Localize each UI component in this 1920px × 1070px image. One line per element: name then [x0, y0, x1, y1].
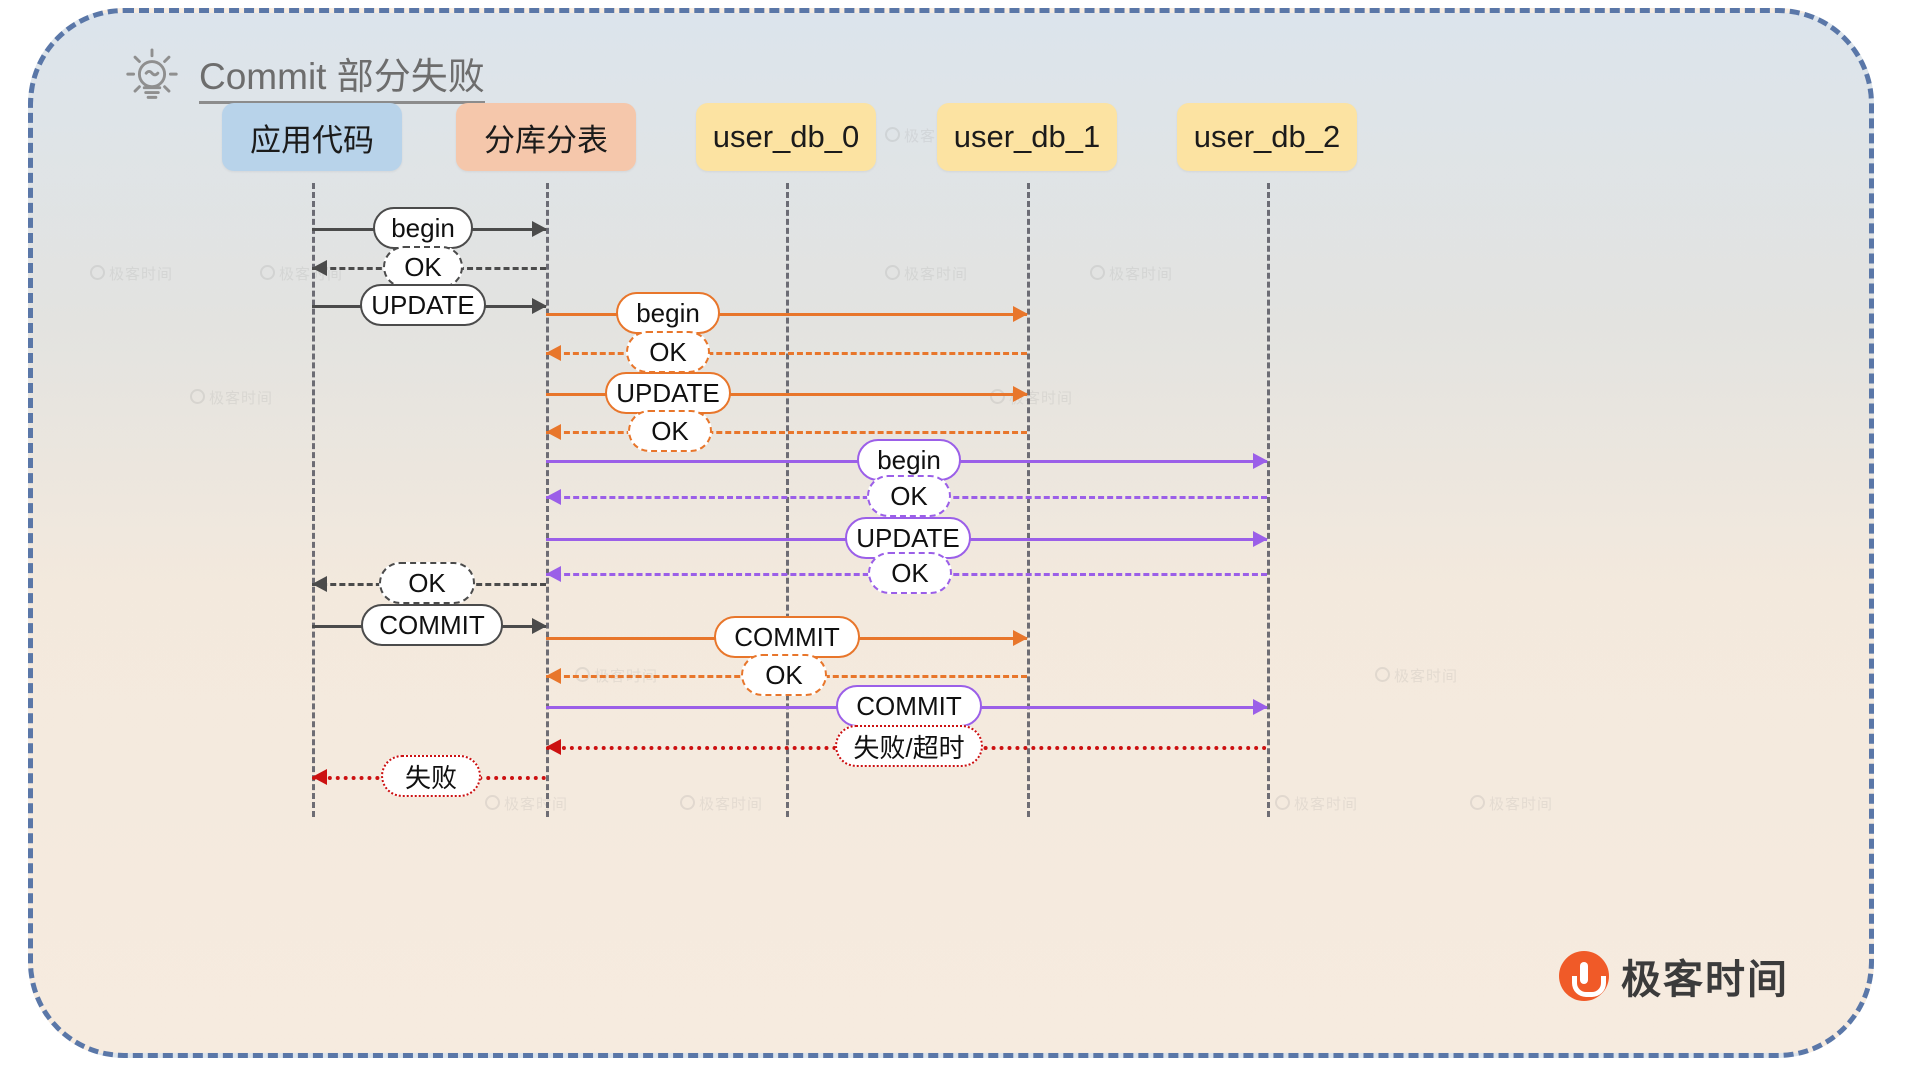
message-arrowhead — [312, 260, 327, 276]
message-arrowhead — [1253, 699, 1268, 715]
geektime-logo-text: 极客时间 — [1621, 958, 1789, 1002]
message-arrowhead — [312, 769, 327, 785]
participant-label: user_db_2 — [1193, 119, 1341, 154]
message-label-text: OK — [891, 557, 929, 588]
participant-label: user_db_0 — [712, 119, 860, 154]
message-label: OK — [379, 562, 475, 604]
screenshot-root: 极客时间 极客时间 极客时间 极客时间 极客时间 极客时间 极客时间 极客时间 极客时间 极客时间… — [0, 0, 1920, 1070]
lifeline-db2 — [1267, 183, 1270, 817]
message-arrowhead — [1253, 453, 1268, 469]
geektime-logo: 极客时间 — [1559, 947, 1789, 1005]
message-label-text: COMMIT — [734, 621, 840, 652]
message-label-text: UPDATE — [616, 377, 720, 408]
lifeline-db0 — [786, 183, 789, 817]
watermark: 极客时间 — [485, 793, 568, 814]
message-arrowhead — [1013, 630, 1028, 646]
message-label-text: begin — [877, 444, 941, 475]
message-arrowhead — [546, 424, 561, 440]
message-arrowhead — [312, 576, 327, 592]
page-title: Commit 部分失败 — [199, 56, 485, 105]
message-label-text: 失败/超时 — [853, 732, 965, 763]
message-arrowhead — [1013, 386, 1028, 402]
message-label-text: UPDATE — [371, 289, 475, 320]
message-label: UPDATE — [605, 372, 731, 414]
message-label-text: OK — [404, 251, 442, 282]
message-label: OK — [383, 246, 463, 288]
geektime-logo-icon — [1559, 951, 1609, 1001]
message-label: OK — [868, 552, 952, 594]
message-label-text: OK — [649, 336, 687, 367]
watermark: 极客时间 — [1470, 793, 1553, 814]
message-label-text: OK — [651, 415, 689, 446]
participant-label: 应用代码 — [250, 122, 374, 158]
watermark: 极客时间 — [990, 387, 1073, 408]
message-arrowhead — [546, 739, 561, 755]
message-arrowhead — [546, 489, 561, 505]
message-label: OK — [867, 475, 951, 517]
message-arrowhead — [1253, 531, 1268, 547]
participant-shard: 分库分表 — [456, 103, 636, 171]
message-arrowhead — [546, 668, 561, 684]
participant-label: user_db_1 — [953, 119, 1101, 154]
message-arrowhead — [532, 221, 547, 237]
message-arrowhead — [1013, 306, 1028, 322]
message-label-text: OK — [408, 567, 446, 598]
message-arrowhead — [546, 566, 561, 582]
participant-db1: user_db_1 — [937, 103, 1117, 171]
watermark: 极客时间 — [680, 793, 763, 814]
message-label-text: 失败 — [404, 762, 457, 793]
watermark: 极客时间 — [90, 263, 173, 284]
watermark: 极客时间 — [1090, 263, 1173, 284]
participant-label: 分库分表 — [484, 122, 608, 158]
message-label-text: COMMIT — [856, 690, 962, 721]
diagram-frame: 极客时间 极客时间 极客时间 极客时间 极客时间 极客时间 极客时间 极客时间 极客时间 极客时间… — [28, 8, 1874, 1058]
message-label: OK — [741, 654, 827, 696]
message-label-text: OK — [890, 480, 928, 511]
message-label-text: UPDATE — [856, 522, 960, 553]
message-label: UPDATE — [360, 284, 486, 326]
message-label: OK — [626, 331, 710, 373]
message-arrowhead — [532, 298, 547, 314]
message-label-text: OK — [765, 659, 803, 690]
message-label-text: begin — [391, 212, 455, 243]
message-label-text: begin — [636, 297, 700, 328]
message-label: begin — [616, 292, 720, 334]
participant-app: 应用代码 — [222, 103, 402, 171]
message-label-text: COMMIT — [379, 609, 485, 640]
lightbulb-icon — [121, 47, 183, 114]
message-arrowhead — [532, 618, 547, 634]
participant-db2: user_db_2 — [1177, 103, 1357, 171]
message-label: 失败/超时 — [835, 725, 983, 767]
message-line — [546, 431, 1027, 434]
participant-db0: user_db_0 — [696, 103, 876, 171]
watermark: 极客时间 — [1275, 793, 1358, 814]
message-label: 失败 — [381, 755, 481, 797]
message-label: begin — [373, 207, 473, 249]
message-label: COMMIT — [714, 616, 860, 658]
watermark: 极客时间 — [885, 263, 968, 284]
message-label: OK — [628, 410, 712, 452]
message-arrowhead — [546, 345, 561, 361]
lifeline-db1 — [1027, 183, 1030, 817]
lifeline-app — [312, 183, 315, 817]
watermark: 极客时间 — [1375, 665, 1458, 686]
message-label: COMMIT — [836, 685, 982, 727]
watermark: 极客时间 — [190, 387, 273, 408]
message-line — [546, 352, 1027, 355]
message-label: COMMIT — [361, 604, 503, 646]
